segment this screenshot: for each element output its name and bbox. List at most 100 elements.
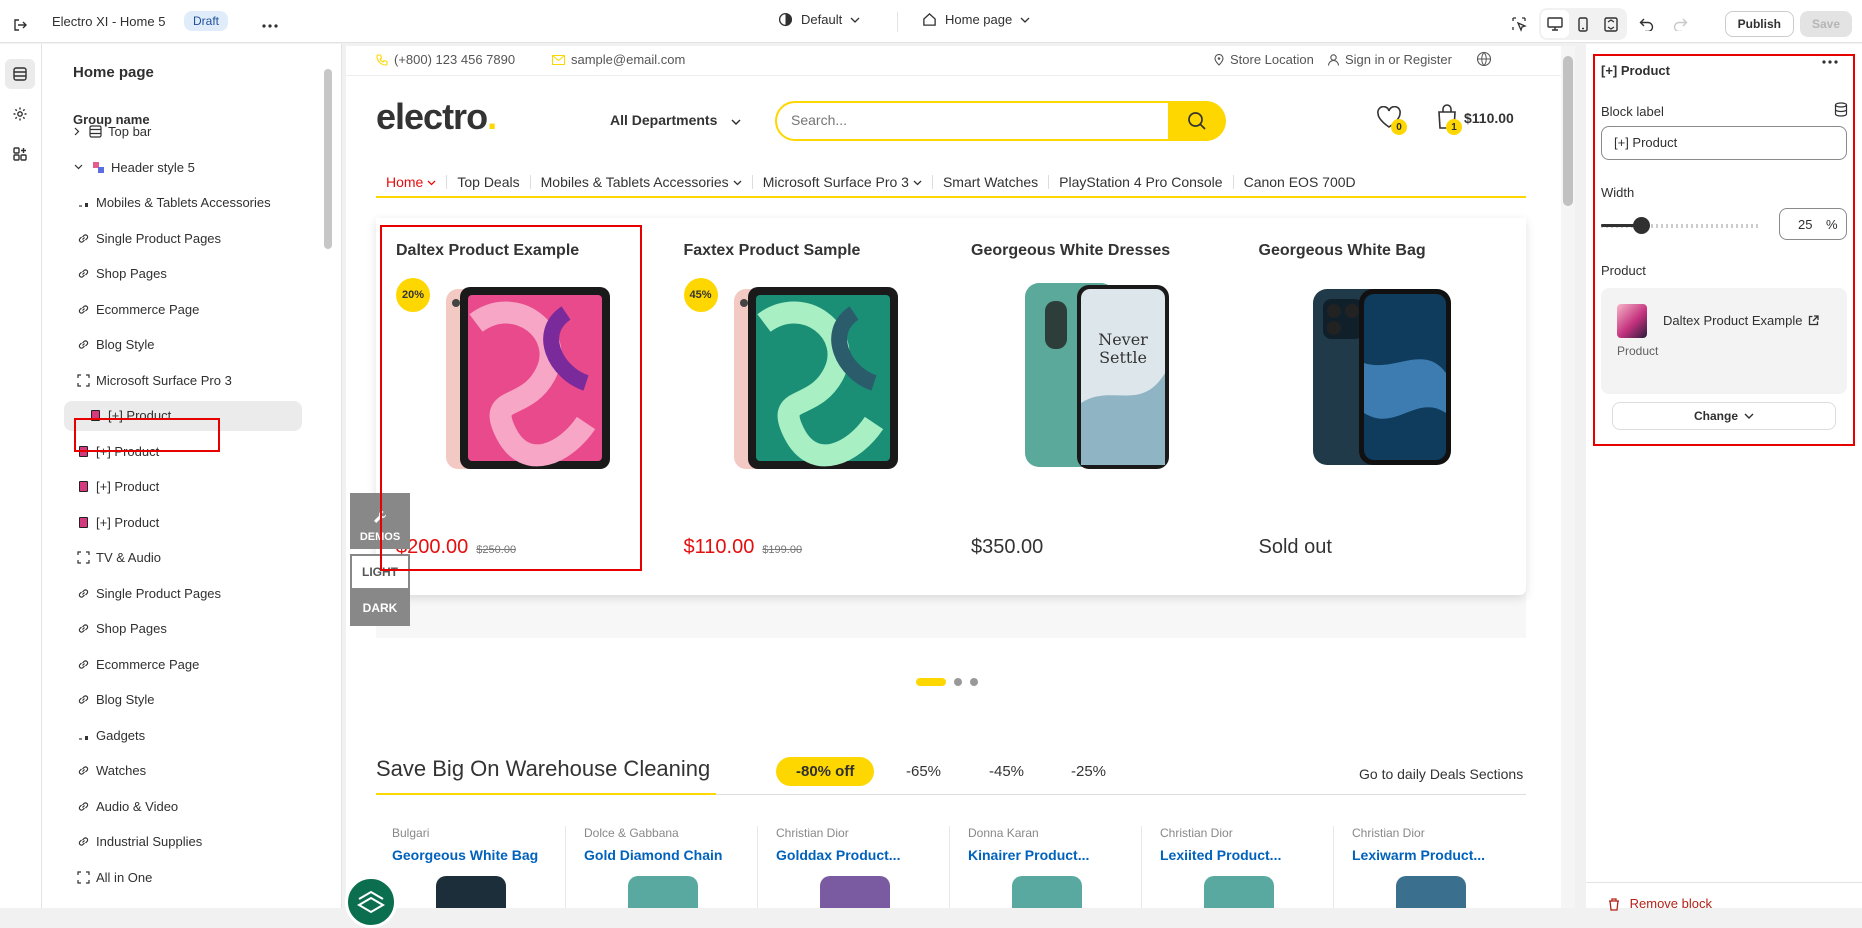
sidebar-item[interactable]: All in One <box>76 862 302 892</box>
canvas-scrollbar[interactable] <box>1563 56 1573 206</box>
product-image[interactable] <box>704 283 904 473</box>
deal-thumbnail[interactable] <box>1012 876 1082 908</box>
sign-in-link[interactable]: Sign in or Register <box>1328 52 1452 67</box>
sidebar-item[interactable]: Header style 5 <box>64 152 302 182</box>
deal-thumbnail[interactable] <box>820 876 890 908</box>
undo-icon[interactable] <box>1633 10 1661 38</box>
deal-product-name[interactable]: Georgeous White Bag <box>392 847 538 863</box>
user-icon <box>1328 53 1339 66</box>
offer-tab[interactable]: -25% <box>1071 763 1106 780</box>
sidebar-item[interactable]: [+] Product <box>76 472 302 502</box>
page-selector[interactable]: Home page <box>922 12 1030 27</box>
product-image[interactable]: Never Settle <box>991 283 1191 473</box>
nav-item[interactable]: Smart Watches <box>933 175 1050 189</box>
offer-tab[interactable]: -45% <box>989 763 1024 780</box>
deal-thumbnail[interactable] <box>628 876 698 908</box>
topbar-actions: Publish Save <box>1505 8 1852 40</box>
sidebar-item[interactable]: [+] Product <box>76 507 302 537</box>
dark-mode-button[interactable]: DARK <box>350 590 410 626</box>
sidebar-item[interactable]: Watches <box>76 756 302 786</box>
nav-item[interactable]: Canon EOS 700D <box>1234 175 1366 189</box>
search-input[interactable] <box>791 112 1151 128</box>
globe-icon[interactable] <box>1476 51 1492 67</box>
nav-item-label: Mobiles & Tablets Accessories <box>540 174 729 190</box>
store-location-link[interactable]: Store Location <box>1214 52 1314 67</box>
desktop-icon[interactable] <box>1540 10 1569 38</box>
deal-thumbnail[interactable] <box>1396 876 1466 908</box>
sidebar-item[interactable]: Gadgets <box>76 720 302 750</box>
chevron-right-icon[interactable] <box>74 127 80 136</box>
chevron-down-icon[interactable] <box>74 164 83 170</box>
floating-logo-button[interactable] <box>345 876 397 928</box>
product-image[interactable] <box>1279 283 1479 473</box>
svg-text:Never: Never <box>1098 330 1148 349</box>
apps-icon[interactable] <box>5 139 35 169</box>
sidebar-item[interactable]: Blog Style <box>76 685 302 715</box>
nav-item[interactable]: Top Deals <box>447 175 531 189</box>
sidebar-item[interactable]: Microsoft Surface Pro 3 <box>76 365 302 395</box>
deal-product-name[interactable]: Lexiited Product... <box>1160 847 1281 863</box>
deal-product-name[interactable]: Lexiwarm Product... <box>1352 847 1485 863</box>
deal-product-name[interactable]: Gold Diamond Chain <box>584 847 722 863</box>
nav-item[interactable]: Home <box>376 175 448 189</box>
product-card[interactable]: Faxtex Product Sample 45% $110.00 $199.00 <box>664 218 949 595</box>
slider-dot[interactable] <box>970 678 978 686</box>
sidebar-item[interactable]: TV & Audio <box>76 543 302 573</box>
product-card[interactable]: Georgeous White Bag Sold out <box>1239 218 1524 595</box>
redo-icon[interactable] <box>1667 10 1695 38</box>
sidebar-item[interactable]: Ecommerce Page <box>76 294 302 324</box>
product-name[interactable]: Georgeous White Bag <box>1259 242 1426 260</box>
search-button[interactable] <box>1168 101 1226 141</box>
theme-style-selector[interactable]: Default <box>778 12 860 27</box>
save-button[interactable]: Save <box>1799 11 1852 37</box>
store-logo[interactable]: electro. <box>376 96 497 138</box>
deal-card[interactable]: Christian Dior Golddax Product... <box>760 826 950 908</box>
sidebar-scrollbar[interactable] <box>324 69 332 249</box>
slider-dot[interactable] <box>954 678 962 686</box>
remove-block-button[interactable]: Remove block <box>1608 896 1712 911</box>
link-icon <box>76 231 90 245</box>
more-options-icon[interactable] <box>256 12 284 40</box>
sidebar-item[interactable]: Industrial Supplies <box>76 827 302 857</box>
sidebar-item[interactable]: Ecommerce Page <box>76 649 302 679</box>
sidebar-item[interactable]: Audio & Video <box>76 791 302 821</box>
product-name[interactable]: Georgeous White Dresses <box>971 242 1170 260</box>
settings-highlight <box>1593 54 1855 446</box>
sidebar-item[interactable]: Top bar <box>64 116 302 146</box>
deal-product-name[interactable]: Golddax Product... <box>776 847 900 863</box>
slider-dot-active[interactable] <box>916 678 946 686</box>
nav-item[interactable]: Mobiles & Tablets Accessories <box>531 175 753 189</box>
deal-card[interactable]: Christian Dior Lexiwarm Product... <box>1336 826 1526 908</box>
offer-tab-active[interactable]: -80% off <box>776 757 875 786</box>
fullscreen-icon[interactable] <box>1597 10 1625 38</box>
sidebar-item[interactable]: Single Product Pages <box>76 578 302 608</box>
offer-tab[interactable]: -65% <box>906 763 941 780</box>
store-topbar: (+800) 123 456 7890 sample@email.com Sto… <box>346 46 1561 76</box>
deal-card[interactable]: Dolce & Gabbana Gold Diamond Chain <box>568 826 758 908</box>
sidebar-item[interactable]: Shop Pages <box>76 614 302 644</box>
deal-thumbnail[interactable] <box>1204 876 1274 908</box>
cart-total: $110.00 <box>1464 110 1514 126</box>
settings-gear-icon[interactable] <box>5 99 35 129</box>
publish-button[interactable]: Publish <box>1724 11 1794 37</box>
sidebar-item[interactable]: Mobiles & Tablets Accessories <box>76 188 302 218</box>
inspector-icon[interactable] <box>1505 10 1533 38</box>
sections-icon[interactable] <box>5 59 35 89</box>
product-card[interactable]: Georgeous White Dresses Never Settle $350.0… <box>951 218 1236 595</box>
deal-card[interactable]: Christian Dior Lexiited Product... <box>1144 826 1334 908</box>
deal-product-name[interactable]: Kinairer Product... <box>968 847 1089 863</box>
sidebar-item[interactable]: Shop Pages <box>76 259 302 289</box>
sidebar-item[interactable]: Blog Style <box>76 330 302 360</box>
store-location-text: Store Location <box>1230 52 1314 67</box>
departments-dropdown[interactable]: All Departments <box>610 112 741 128</box>
deal-thumbnail[interactable] <box>436 876 506 908</box>
deal-card[interactable]: Bulgari Georgeous White Bag <box>376 826 566 908</box>
exit-icon[interactable] <box>6 11 34 39</box>
daily-deals-link[interactable]: Go to daily Deals Sections <box>1359 766 1523 782</box>
nav-item[interactable]: PlayStation 4 Pro Console <box>1049 175 1234 189</box>
sidebar-item[interactable]: Single Product Pages <box>76 223 302 253</box>
deal-card[interactable]: Donna Karan Kinairer Product... <box>952 826 1142 908</box>
mobile-icon[interactable] <box>1569 10 1597 38</box>
product-name[interactable]: Faxtex Product Sample <box>684 242 861 260</box>
nav-item[interactable]: Microsoft Surface Pro 3 <box>753 175 933 189</box>
